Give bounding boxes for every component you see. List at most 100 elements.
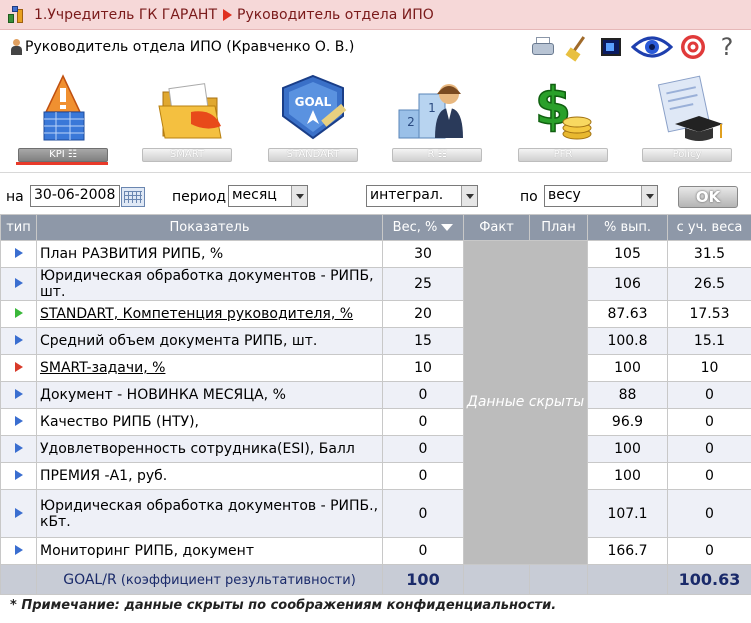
active-tab-indicator xyxy=(16,162,108,165)
row-name: План РАЗВИТИЯ РИПБ, % xyxy=(36,240,383,268)
weighted-total: 100.63 xyxy=(667,564,751,595)
date-input[interactable]: 30-06-2008 xyxy=(30,185,120,207)
row-pct: 107.1 xyxy=(587,489,668,538)
row-expand-icon[interactable] xyxy=(14,389,23,399)
col-header-weighted: с уч. веса xyxy=(667,214,751,241)
row-expand-icon[interactable] xyxy=(14,278,23,288)
col-header-weight[interactable]: Вес, % xyxy=(382,214,464,241)
row-name-link[interactable]: STANDART, Компетенция руководителя, % xyxy=(40,306,353,322)
ok-button[interactable]: OK xyxy=(678,186,738,208)
tab-smart[interactable]: SMART xyxy=(142,148,232,162)
row-pct: 88 xyxy=(587,381,668,409)
row-name: Качество РИПБ (НТУ), xyxy=(36,408,383,436)
row-expand-icon[interactable] xyxy=(14,248,23,258)
row-pct: 105 xyxy=(587,240,668,268)
col-header-fact: Факт xyxy=(463,214,530,241)
goal-label: GOAL/R (коэффициент результативности) xyxy=(36,564,383,595)
col-header-pct: % вып. xyxy=(587,214,668,241)
sort-select[interactable]: весу xyxy=(544,185,658,207)
row-pct: 106 xyxy=(587,267,668,301)
table-row: Удовлетворенность сотрудника(ESI), Балл … xyxy=(0,435,751,463)
row-name-link[interactable]: SMART-задачи, % xyxy=(40,360,165,376)
row-expand-icon[interactable] xyxy=(14,470,23,480)
help-icon[interactable]: ? xyxy=(713,33,741,61)
row-pct: 166.7 xyxy=(587,537,668,565)
row-weight: 0 xyxy=(382,537,464,565)
row-weight: 0 xyxy=(382,462,464,490)
svg-text:2: 2 xyxy=(407,115,415,129)
table-row: Юридическая обработка документов - РИПБ,… xyxy=(0,267,751,301)
row-weight: 15 xyxy=(382,327,464,355)
row-name: Средний объем документа РИПБ, шт. xyxy=(36,327,383,355)
row-name: Юридическая обработка документов - РИПБ,… xyxy=(36,267,383,301)
printer-icon[interactable] xyxy=(529,34,557,60)
breadcrumb-root[interactable]: 1.Учредитель ГК ГАРАНТ xyxy=(34,7,217,23)
row-expand-icon[interactable] xyxy=(14,507,23,518)
breadcrumb-arrow-icon xyxy=(223,8,232,21)
row-expand-icon[interactable] xyxy=(14,416,23,426)
target-icon[interactable] xyxy=(679,34,707,60)
table-row: Документ - НОВИНКА МЕСЯЦА, % 0 88 0 xyxy=(0,381,751,409)
row-expand-icon[interactable] xyxy=(14,308,23,318)
row-pct: 100 xyxy=(587,354,668,382)
tab-standart[interactable]: STANDART xyxy=(268,148,358,162)
user-icon xyxy=(10,39,22,55)
table-row: Мониторинг РИПБ, документ 0 166.7 0 xyxy=(0,537,751,565)
chevron-down-icon xyxy=(291,186,307,206)
filter-row: на 30-06-2008 период месяц интеграл. по … xyxy=(0,184,751,210)
row-weighted: 0 xyxy=(667,408,751,436)
row-weight: 0 xyxy=(382,489,464,538)
col-header-type: тип xyxy=(0,214,37,241)
period-select[interactable]: месяц xyxy=(228,185,308,207)
tab-policy[interactable]: Policy xyxy=(642,148,732,162)
row-name: Документ - НОВИНКА МЕСЯЦА, % xyxy=(36,381,383,409)
table-header-row: тип Показатель Вес, % Факт План % вып. с… xyxy=(0,214,751,241)
row-weight: 0 xyxy=(382,408,464,436)
title-bar: 1.Учредитель ГК ГАРАНТ Руководитель отде… xyxy=(0,0,751,30)
row-weight: 30 xyxy=(382,240,464,268)
calendar-icon[interactable] xyxy=(121,187,145,207)
row-expand-icon[interactable] xyxy=(14,443,23,453)
row-weighted: 0 xyxy=(667,462,751,490)
row-weighted: 26.5 xyxy=(667,267,751,301)
row-pct: 87.63 xyxy=(587,300,668,328)
tab-r[interactable]: R ☷ xyxy=(392,148,482,162)
row-name: Мониторинг РИПБ, документ xyxy=(36,537,383,565)
row-weight: 10 xyxy=(382,354,464,382)
broom-icon[interactable] xyxy=(563,34,591,62)
row-weight: 25 xyxy=(382,267,464,301)
footnote: * Примечание: данные скрыты по соображен… xyxy=(10,598,557,613)
row-weight: 20 xyxy=(382,300,464,328)
screen-icon[interactable] xyxy=(597,34,625,60)
toolbar: ? xyxy=(529,32,741,62)
svg-text:1: 1 xyxy=(428,101,436,115)
tab-pfr[interactable]: PFR xyxy=(518,148,608,162)
chevron-down-icon xyxy=(641,186,657,206)
table-row: Качество РИПБ (НТУ), 0 96.9 0 xyxy=(0,408,751,436)
tab-kpi[interactable]: KPI ☷ xyxy=(18,148,108,162)
table-footer-row: GOAL/R (коэффициент результативности) 10… xyxy=(0,564,751,595)
date-label: на xyxy=(6,189,24,205)
chevron-down-icon xyxy=(461,186,477,206)
org-chart-icon[interactable] xyxy=(6,5,26,25)
period-label: период xyxy=(172,189,226,205)
table-row: SMART-задачи, % 10 100 10 xyxy=(0,354,751,382)
table-row: ПРЕМИЯ -А1, руб. 0 100 0 xyxy=(0,462,751,490)
row-expand-icon[interactable] xyxy=(14,335,23,345)
weight-total: 100 xyxy=(382,564,464,595)
row-expand-icon[interactable] xyxy=(14,545,23,555)
eye-icon[interactable] xyxy=(631,34,673,60)
row-weighted: 0 xyxy=(667,381,751,409)
hidden-data-cell: Данные скрыты xyxy=(463,240,588,565)
row-pct: 96.9 xyxy=(587,408,668,436)
row-weighted: 0 xyxy=(667,537,751,565)
row-weighted: 0 xyxy=(667,435,751,463)
row-weighted: 0 xyxy=(667,489,751,538)
goal-icon-text: GOAL xyxy=(295,95,332,109)
row-expand-icon[interactable] xyxy=(14,362,23,372)
mode-select[interactable]: интеграл. xyxy=(366,185,478,207)
kpi-table: тип Показатель Вес, % Факт План % вып. с… xyxy=(0,214,751,595)
row-pct: 100 xyxy=(587,435,668,463)
row-name: ПРЕМИЯ -А1, руб. xyxy=(36,462,383,490)
col-header-name: Показатель xyxy=(36,214,383,241)
